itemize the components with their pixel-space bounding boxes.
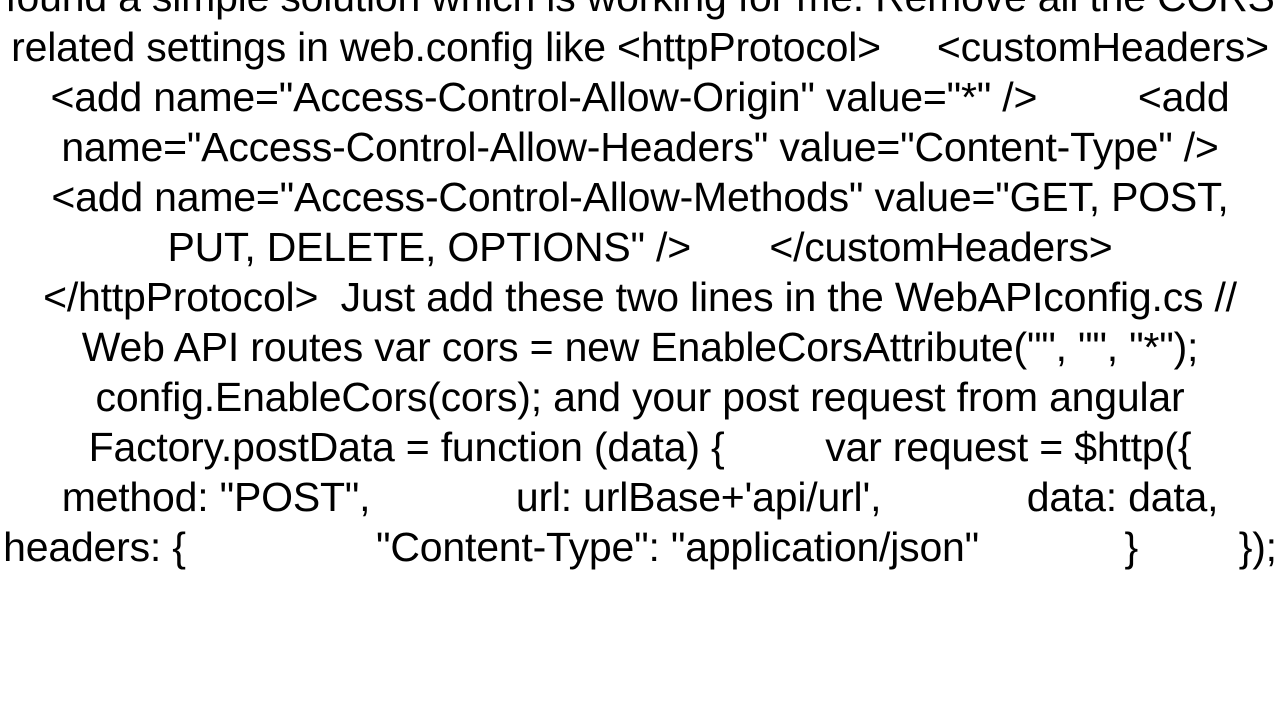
page: found a simple solution which is working… — [0, 0, 1280, 720]
answer-body-text: found a simple solution which is working… — [0, 0, 1280, 572]
